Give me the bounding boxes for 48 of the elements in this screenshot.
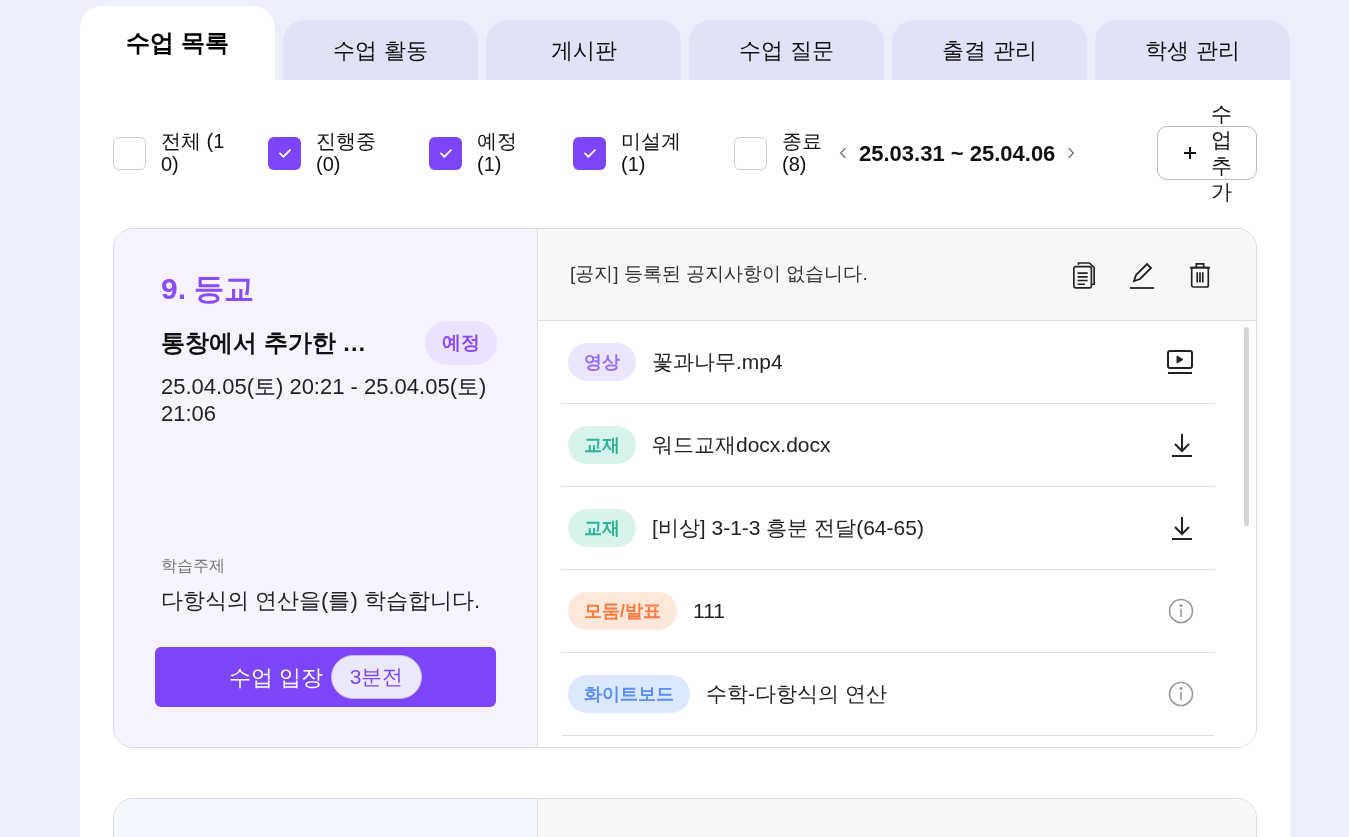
checkbox[interactable]: [268, 136, 301, 170]
checkbox-label: 전체 (10): [161, 130, 226, 176]
info-icon[interactable]: [1168, 598, 1194, 624]
download-icon[interactable]: [1170, 515, 1194, 541]
material-tag: 교재: [568, 509, 636, 547]
tab[interactable]: 학생 관리: [1095, 20, 1290, 80]
checkbox[interactable]: [734, 136, 767, 170]
material-name[interactable]: 꽃과나무.mp4: [652, 346, 1150, 378]
status-badge: 예정: [425, 321, 497, 365]
scrollbar[interactable]: [1244, 327, 1249, 526]
chevron-right-icon[interactable]: [1067, 146, 1076, 160]
material-name[interactable]: [비상] 3-1-3 흥분 전달(64-65): [652, 512, 1154, 544]
material-name[interactable]: 워드교재docx.docx: [652, 429, 1154, 461]
checkbox-label: 종료 (8): [782, 130, 823, 176]
topic-text: 다항식의 연산을(를) 학습합니다.: [161, 587, 481, 615]
tab[interactable]: 출결 관리: [892, 20, 1087, 80]
tab[interactable]: 수업 목록: [80, 6, 275, 80]
lesson-time: 25.04.05(토) 20:21 - 25.04.05(토) 21:06: [161, 373, 488, 427]
topic-label: 학습주제: [161, 556, 226, 576]
pencil-icon[interactable]: [1128, 260, 1156, 289]
checkbox[interactable]: [429, 136, 462, 170]
checkbox-label: 예정 (1): [477, 130, 518, 176]
enter-lesson-label: 수업 입장: [228, 663, 323, 692]
checkbox-label: 진행중 (0): [316, 130, 377, 176]
enter-lesson-button[interactable]: 수업 입장 3분전: [155, 647, 496, 707]
checkbox-label: 미설계 (1): [621, 130, 682, 176]
copy-icon[interactable]: [1072, 259, 1096, 290]
time-badge: 3분전: [330, 655, 423, 699]
download-icon[interactable]: [1170, 432, 1194, 458]
material-tag: 모둠/발표: [568, 592, 677, 630]
material-tag: 교재: [568, 426, 636, 464]
plus-icon: [1182, 146, 1197, 160]
lesson-number-title: 9. 등교: [161, 271, 256, 307]
material-name[interactable]: 111: [693, 595, 1152, 627]
material-tag: 화이트보드: [568, 675, 690, 713]
tab[interactable]: 수업 질문: [689, 20, 884, 80]
lesson-title: 통창에서 추가한 …: [161, 328, 367, 358]
tab[interactable]: 게시판: [486, 20, 681, 80]
info-icon[interactable]: [1168, 681, 1194, 707]
checkbox[interactable]: [573, 136, 606, 170]
checkbox[interactable]: [113, 136, 146, 170]
play-screen-icon[interactable]: [1166, 349, 1194, 375]
date-range: 25.03.31 ~ 25.04.06: [859, 139, 1056, 168]
notice-text: [공지] 등록된 공지사항이 없습니다.: [570, 262, 869, 287]
material-name[interactable]: 수학-다항식의 연산: [706, 678, 1152, 710]
material-tag: 영상: [568, 343, 636, 381]
tab[interactable]: 수업 활동: [283, 20, 478, 80]
chevron-left-icon[interactable]: [839, 146, 847, 160]
